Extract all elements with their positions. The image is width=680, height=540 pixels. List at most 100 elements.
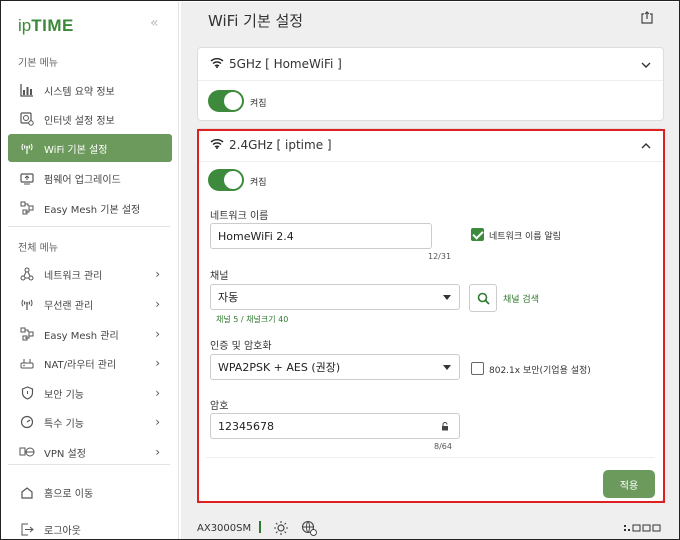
sidebar-item-easymesh[interactable]: Easy Mesh 관리 › (8, 320, 172, 348)
sidebar-divider (8, 464, 170, 465)
password-label: 암호 (210, 401, 229, 412)
brightness-icon[interactable] (273, 520, 289, 539)
channel-search-button[interactable] (469, 284, 497, 312)
home-icon (18, 483, 36, 501)
channel-value: 자동 (218, 291, 239, 304)
chevron-right-icon: › (155, 267, 160, 281)
password-counter: 8/64 (434, 442, 452, 451)
ssid-input[interactable]: HomeWiFi 2.4 (210, 223, 432, 249)
chevron-right-icon: › (155, 356, 160, 370)
sidebar-item-label: 홈으로 이동 (44, 488, 94, 500)
page-title: WiFi 기본 설정 (208, 12, 304, 30)
sidebar-item-label: Easy Mesh 기본 설정 (44, 204, 141, 216)
band-24ghz-title: 2.4GHz [ iptime ] (229, 138, 332, 152)
collapse-sidebar-icon[interactable]: « (150, 15, 159, 31)
main-content: WiFi 기본 설정 5GHz [ HomeWiFi ] 켜짐 2.4GHz [… (181, 2, 679, 539)
sidebar-divider (8, 226, 170, 227)
band-5ghz-switch[interactable] (208, 90, 244, 112)
broadcast-ssid-checkbox[interactable] (471, 228, 484, 241)
sidebar-item-logout[interactable]: 로그아웃 (8, 515, 172, 539)
dropdown-caret-icon (443, 365, 451, 370)
enterprise-8021x-label: 802.1x 보안(기업용 설정) (489, 366, 591, 376)
sidebar-item-vpn[interactable]: VPN 설정 › (8, 438, 172, 466)
card-divider (206, 457, 655, 458)
sidebar-item-label: WiFi 기본 설정 (44, 144, 108, 156)
sidebar-item-firmware[interactable]: 펌웨어 업그레이드 (8, 164, 172, 192)
logout-icon (18, 520, 36, 538)
band-24ghz-card: 2.4GHz [ iptime ] 켜짐 네트워크 이름 HomeWiFi 2.… (197, 128, 664, 502)
band-24ghz-switch[interactable] (208, 169, 244, 191)
sidebar-item-home[interactable]: 홈으로 이동 (8, 478, 172, 506)
sidebar-item-label: 인터넷 설정 정보 (44, 115, 115, 127)
footer: AX3000SM (181, 514, 679, 539)
band-5ghz-card: 5GHz [ HomeWiFi ] 켜짐 (197, 47, 664, 121)
wifi-icon (210, 57, 224, 71)
band-24ghz-switch-label: 켜짐 (250, 178, 267, 188)
ssid-counter: 12/31 (428, 252, 452, 261)
lock-icon[interactable] (441, 422, 449, 431)
search-icon (477, 292, 490, 305)
export-icon[interactable] (640, 10, 654, 24)
sidebar-item-label: 로그아웃 (44, 525, 81, 537)
model-name: AX3000SM (197, 523, 252, 534)
chevron-right-icon: › (155, 297, 160, 311)
footer-separator (259, 521, 261, 533)
language-globe-icon[interactable] (301, 520, 317, 539)
enterprise-8021x-checkbox[interactable] (471, 362, 484, 375)
sidebar: ipTIME « 기본 메뉴 시스템 요약 정보 인터넷 설정 정보 WiFi … (2, 2, 179, 539)
globe-gear-icon (18, 110, 36, 128)
sidebar-item-label: NAT/라우터 관리 (44, 359, 117, 371)
chevron-up-icon[interactable] (641, 138, 651, 152)
sidebar-item-label: VPN 설정 (44, 448, 86, 460)
channel-hint: 채널 5 / 채널크기 40 (216, 315, 289, 324)
all-menu-title: 전체 메뉴 (18, 243, 58, 254)
ssid-label: 네트워크 이름 (210, 211, 269, 222)
network-icon (18, 265, 36, 283)
password-input[interactable]: 12345678 (210, 413, 460, 439)
sidebar-item-security[interactable]: 보안 기능 › (8, 379, 172, 407)
band-5ghz-switch-label: 켜짐 (250, 99, 267, 109)
chevron-right-icon: › (155, 327, 160, 341)
band-5ghz-header[interactable]: 5GHz [ HomeWiFi ] (198, 48, 663, 81)
sidebar-item-label: 시스템 요약 정보 (44, 86, 115, 98)
auth-select[interactable]: WPA2PSK + AES (권장) (210, 354, 460, 380)
sidebar-item-system-summary[interactable]: 시스템 요약 정보 (8, 76, 172, 104)
router-icon (18, 354, 36, 372)
sidebar-item-label: 네트워크 관리 (44, 270, 103, 282)
sidebar-item-nat-router[interactable]: NAT/라우터 관리 › (8, 349, 172, 377)
mesh-icon (18, 325, 36, 343)
vpn-icon (18, 443, 36, 461)
sidebar-item-label: 무선랜 관리 (44, 300, 94, 312)
app-window: ipTIME « 기본 메뉴 시스템 요약 정보 인터넷 설정 정보 WiFi … (0, 0, 680, 540)
band-5ghz-title: 5GHz [ HomeWiFi ] (229, 57, 342, 71)
sidebar-item-wifi-basic[interactable]: WiFi 기본 설정 (8, 134, 172, 162)
apply-button[interactable]: 적용 (603, 470, 655, 498)
wifi-antenna-icon (18, 139, 36, 157)
view-mode-icon[interactable] (624, 524, 664, 532)
auth-value: WPA2PSK + AES (권장) (218, 361, 341, 374)
sidebar-item-easymesh-basic[interactable]: Easy Mesh 기본 설정 (8, 194, 172, 222)
sidebar-item-label: 특수 기능 (44, 418, 84, 430)
sidebar-item-wireless[interactable]: 무선랜 관리 › (8, 290, 172, 318)
sidebar-item-special[interactable]: 특수 기능 › (8, 408, 172, 436)
gauge-icon (18, 413, 36, 431)
band-24ghz-header[interactable]: 2.4GHz [ iptime ] (198, 129, 663, 162)
chevron-right-icon: › (155, 445, 160, 459)
channel-select[interactable]: 자동 (210, 284, 460, 310)
iptime-logo[interactable]: ipTIME (18, 16, 74, 36)
bar-chart-icon (18, 81, 36, 99)
password-value: 12345678 (218, 419, 274, 433)
chevron-right-icon: › (155, 415, 160, 429)
chevron-down-icon[interactable] (641, 57, 651, 71)
sidebar-item-label: 보안 기능 (44, 389, 84, 401)
sidebar-item-network[interactable]: 네트워크 관리 › (8, 260, 172, 288)
sidebar-item-internet-settings[interactable]: 인터넷 설정 정보 (8, 105, 172, 133)
mesh-icon (18, 199, 36, 217)
wifi-icon (210, 138, 224, 152)
sidebar-item-label: 펌웨어 업그레이드 (44, 174, 121, 186)
auth-label: 인증 및 암호화 (210, 341, 272, 352)
wireless-icon (18, 295, 36, 313)
channel-search-label[interactable]: 채널 검색 (503, 292, 539, 305)
firmware-icon (18, 169, 36, 187)
basic-menu-title: 기본 메뉴 (18, 58, 58, 69)
